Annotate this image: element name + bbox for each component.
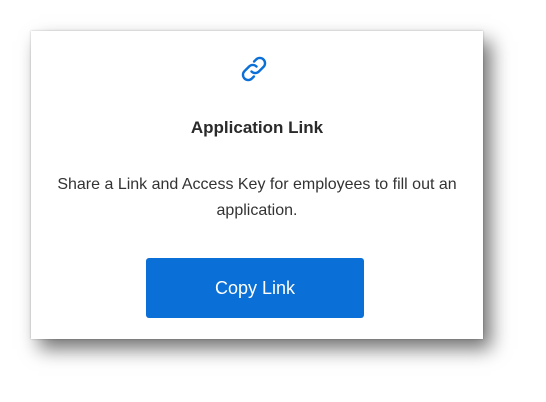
card-title: Application Link [190, 118, 324, 137]
copy-link-button[interactable]: Copy Link [146, 258, 364, 318]
card-description: Share a Link and Access Key for employee… [57, 176, 457, 219]
link-icon [238, 53, 270, 85]
